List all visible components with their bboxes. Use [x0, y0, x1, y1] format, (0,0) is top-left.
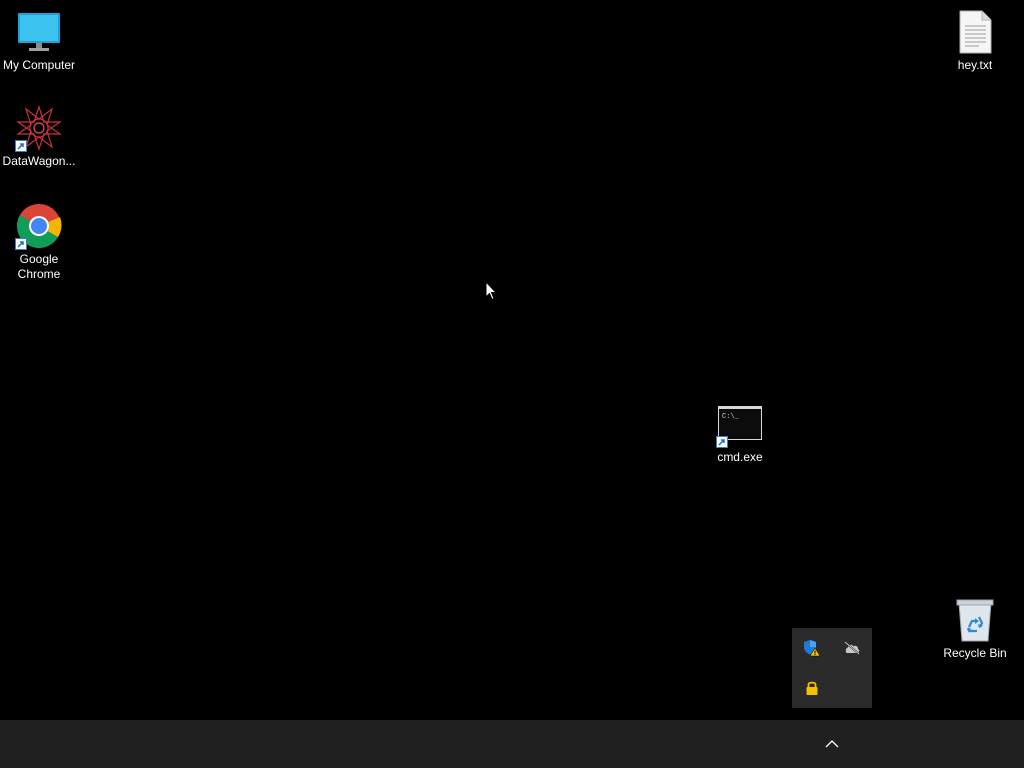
desktop-icon-datawagon[interactable]: DataWagon... [1, 104, 77, 169]
desktop-icon-recycle-bin[interactable]: Recycle Bin [937, 596, 1013, 661]
tray-overflow-popup [792, 628, 872, 708]
desktop-icon-cmd-exe[interactable]: C:\_ cmd.exe [702, 400, 778, 465]
desktop-icon-label: DataWagon... [2, 154, 76, 168]
chevron-up-icon[interactable] [816, 732, 848, 756]
shortcut-arrow-icon [15, 140, 27, 152]
desktop-icon-label: Google Chrome [17, 252, 61, 281]
desktop-icon-google-chrome[interactable]: Google Chrome [1, 202, 77, 282]
shortcut-arrow-icon [15, 238, 27, 250]
lock-icon[interactable] [792, 668, 832, 708]
svg-text:C:\_: C:\_ [722, 413, 740, 421]
command-prompt-icon: C:\_ [716, 400, 764, 448]
recycle-bin-icon [951, 596, 999, 644]
monitor-icon [15, 8, 63, 56]
desktop[interactable]: My Computer DataWagon... Google Chrome h… [0, 0, 1024, 720]
desktop-icon-hey-txt[interactable]: hey.txt [937, 8, 1013, 73]
datawagon-icon [15, 104, 63, 152]
mouse-cursor-icon [485, 280, 498, 301]
windows-security-warning-icon[interactable] [792, 628, 832, 668]
taskbar [0, 720, 1024, 768]
desktop-icon-label: Recycle Bin [943, 646, 1007, 660]
chrome-icon [15, 202, 63, 250]
shortcut-arrow-icon [716, 436, 728, 448]
onedrive-offline-icon[interactable] [832, 628, 872, 668]
desktop-icon-label: hey.txt [957, 58, 993, 72]
desktop-icon-label: My Computer [2, 58, 76, 72]
desktop-icon-label: cmd.exe [717, 450, 763, 464]
desktop-icon-my-computer[interactable]: My Computer [1, 8, 77, 73]
text-file-icon [951, 8, 999, 56]
